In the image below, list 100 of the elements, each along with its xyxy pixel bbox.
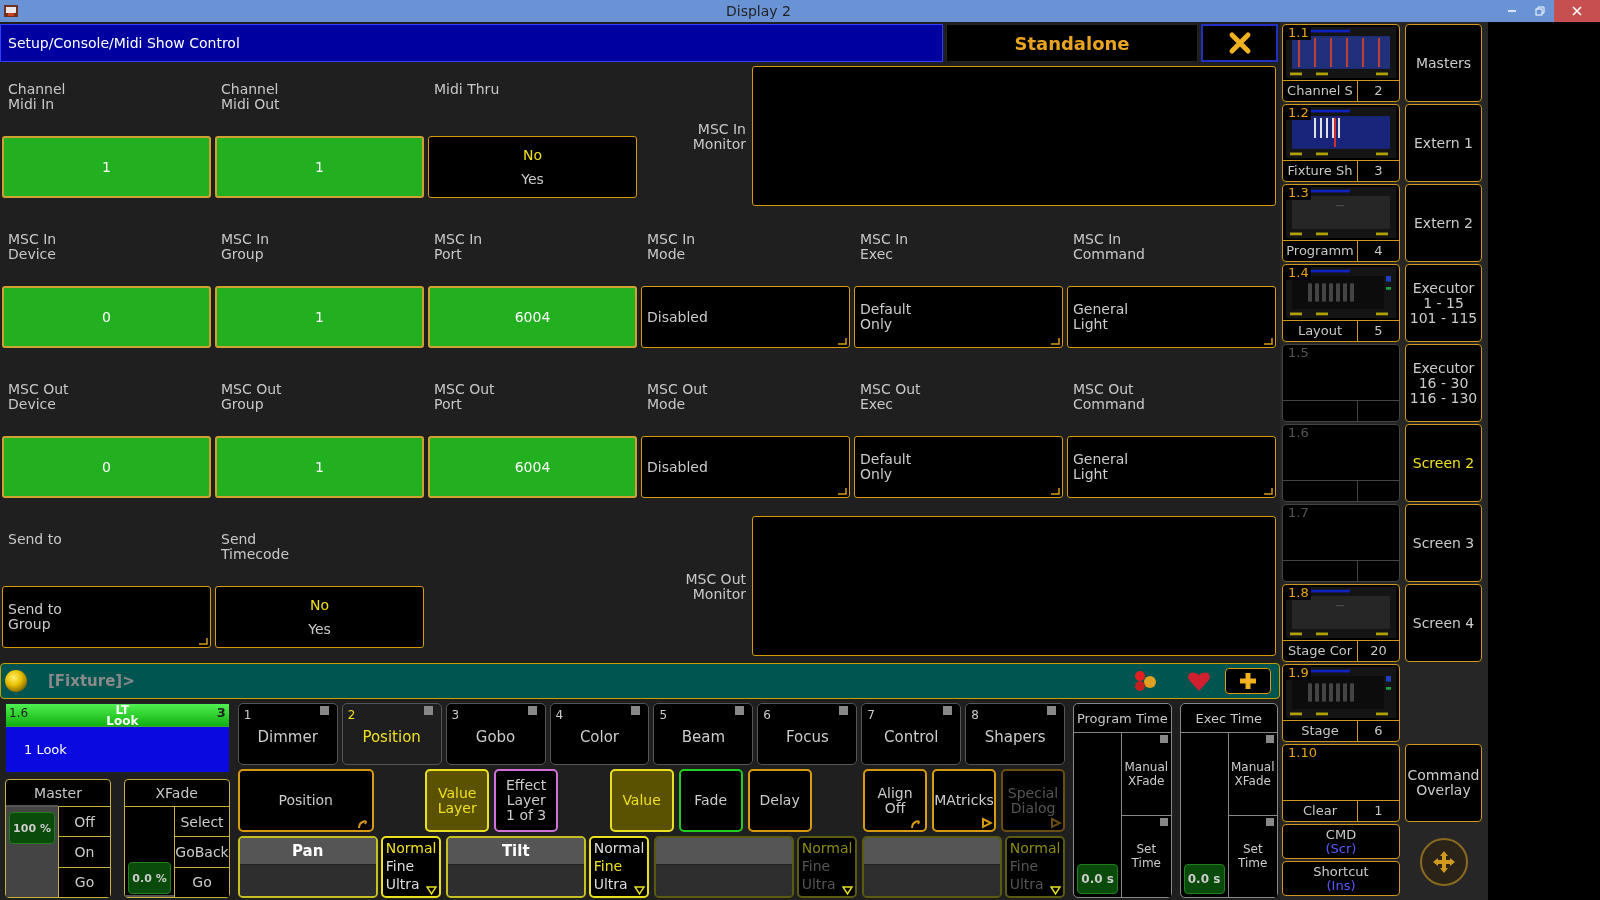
toggle-switch[interactable]: No Yes: [428, 136, 637, 198]
function-button[interactable]: Value Layer: [425, 768, 490, 833]
screen-button[interactable]: Screen 4: [1405, 584, 1482, 662]
time-reading: 0.0 s: [1077, 864, 1119, 894]
dots-icon: [1133, 670, 1159, 692]
cue-label: 1 Look: [24, 742, 67, 757]
view-number: 1.2: [1286, 105, 1311, 120]
view-number: 1.9: [1286, 665, 1311, 680]
function-button[interactable]: Effect Layer 1 of 3: [494, 768, 559, 833]
resolution-option[interactable]: Normal: [593, 839, 644, 858]
corner-icon: [837, 337, 847, 345]
screen-button[interactable]: Extern 2: [1405, 184, 1482, 262]
fader-handle[interactable]: 100 %: [9, 812, 55, 844]
view-button[interactable]: 1.1 Channel S 2: [1282, 24, 1400, 102]
executor-name: LT Look: [106, 705, 139, 727]
standalone-button[interactable]: Standalone: [946, 24, 1198, 62]
function-button[interactable]: Position: [237, 768, 374, 833]
toggle-switch[interactable]: No Yes: [215, 586, 424, 648]
feature-tab[interactable]: 5 Beam: [653, 703, 754, 765]
field-label: MSC Out Group: [220, 380, 283, 414]
function-button[interactable]: Fade: [678, 768, 743, 833]
toggle-option[interactable]: No: [522, 147, 542, 163]
dropdown-field[interactable]: General Light: [1067, 436, 1276, 498]
field-label: MSC Out Exec: [859, 380, 922, 414]
encoder-bar[interactable]: Pan: [237, 836, 378, 898]
plus-icon: [1238, 671, 1258, 691]
dialog-close-button[interactable]: [1201, 24, 1278, 62]
minimize-icon: [1507, 10, 1517, 12]
field-label: MSC In Mode: [646, 230, 697, 264]
plus-button[interactable]: [1225, 668, 1271, 694]
time-fader[interactable]: 0.0 s: [1180, 733, 1229, 897]
close-button[interactable]: [1554, 0, 1600, 22]
screen-button[interactable]: Command Overlay: [1405, 744, 1482, 822]
field-label: MSC Out Port: [433, 380, 496, 414]
field-label: MSC In Group: [220, 230, 271, 264]
screen-button[interactable]: Executor 1 - 15 101 - 115: [1405, 264, 1482, 342]
function-button[interactable]: Delay: [747, 768, 812, 833]
view-name: Stage Cor: [1283, 641, 1358, 661]
view-button[interactable]: 1.9 Stage 6: [1282, 664, 1400, 742]
app-icon: [3, 3, 19, 19]
view-button[interactable]: 1.3 Programm 4: [1282, 184, 1400, 262]
toggle-option[interactable]: Yes: [308, 621, 331, 637]
resolution-option[interactable]: Ultra: [385, 875, 436, 894]
view-button[interactable]: 1.8 Stage Cor 20: [1282, 584, 1400, 662]
time-button[interactable]: Manual XFade: [1228, 733, 1277, 816]
view-number: 1.6: [1286, 425, 1311, 440]
feature-tab[interactable]: 4 Color: [549, 703, 650, 765]
triangle-icon: [633, 886, 645, 895]
shortcut-button[interactable]: Shortcut (Ins): [1282, 861, 1400, 896]
field-label: MSC In Device: [7, 230, 58, 264]
resolution-option[interactable]: Ultra: [593, 875, 644, 894]
field-label: Channel Midi Out: [220, 80, 281, 114]
feature-tab[interactable]: 2 Position: [341, 703, 442, 765]
fader-track[interactable]: 0.0 %: [124, 807, 176, 897]
view-button[interactable]: 1.10 Clear 1: [1282, 744, 1400, 822]
view-button[interactable]: 1.4 Layout 5: [1282, 264, 1400, 342]
resolution-option[interactable]: Fine: [593, 857, 644, 876]
toggle-option[interactable]: No: [309, 597, 329, 613]
screen-button[interactable]: Screen 3: [1405, 504, 1482, 582]
screen-button[interactable]: Extern 1: [1405, 104, 1482, 182]
shortcut-button[interactable]: CMD (Scr): [1282, 824, 1400, 859]
monitor-label: MSC Out Monitor: [684, 572, 746, 604]
feature-tab[interactable]: 1 Dimmer: [237, 703, 338, 765]
view-name: Channel S: [1283, 81, 1358, 101]
time-button[interactable]: Manual XFade: [1122, 733, 1171, 816]
view-number: 1.7: [1286, 505, 1311, 520]
field-label: Send to: [7, 530, 63, 549]
toggle-option[interactable]: Yes: [521, 171, 544, 187]
resolution-option[interactable]: Normal: [385, 839, 436, 858]
dropdown-field[interactable]: Send to Group: [2, 586, 211, 648]
dropdown-field[interactable]: Default Only: [854, 286, 1063, 348]
dropdown-field[interactable]: Disabled: [641, 286, 850, 348]
resolution-option[interactable]: Fine: [385, 857, 436, 876]
field-label: MSC Out Mode: [646, 380, 709, 414]
screen-button[interactable]: Screen 2: [1405, 424, 1482, 502]
feature-tab[interactable]: 7 Control: [861, 703, 962, 765]
dropdown-field[interactable]: General Light: [1067, 286, 1276, 348]
feature-tab[interactable]: 8 Shapers: [965, 703, 1066, 765]
field-label: MSC In Exec: [859, 230, 910, 264]
move-button[interactable]: [1419, 838, 1468, 886]
field-label: MSC Out Device: [7, 380, 70, 414]
executor-number: 1.6: [9, 706, 29, 720]
corner-icon: [1263, 487, 1273, 495]
function-button[interactable]: MAtricks: [932, 768, 997, 833]
feature-tab[interactable]: 3 Gobo: [445, 703, 546, 765]
function-button[interactable]: Value: [609, 768, 674, 833]
resolution-selector[interactable]: Normal Fine Ultra: [588, 836, 649, 898]
resolution-selector[interactable]: Normal Fine Ultra: [380, 836, 441, 898]
fader-handle[interactable]: 0.0 %: [127, 862, 172, 894]
function-button[interactable]: Align Off: [863, 768, 928, 833]
feature-tab[interactable]: 6 Focus: [757, 703, 858, 765]
dropdown-field[interactable]: Default Only: [854, 436, 1063, 498]
view-button[interactable]: 1.2 Fixture Sh 3: [1282, 104, 1400, 182]
encoder-bar[interactable]: Tilt: [445, 836, 586, 898]
executor-page: 3: [216, 705, 226, 720]
executor-panel[interactable]: 1.6 LT Look 3 1 Look: [5, 703, 230, 773]
screen-button[interactable]: Masters: [1405, 24, 1482, 102]
screen-button[interactable]: Executor 16 - 30 116 - 130: [1405, 344, 1482, 422]
fader-track[interactable]: 100 %: [6, 807, 59, 897]
dropdown-field[interactable]: Disabled: [641, 436, 850, 498]
